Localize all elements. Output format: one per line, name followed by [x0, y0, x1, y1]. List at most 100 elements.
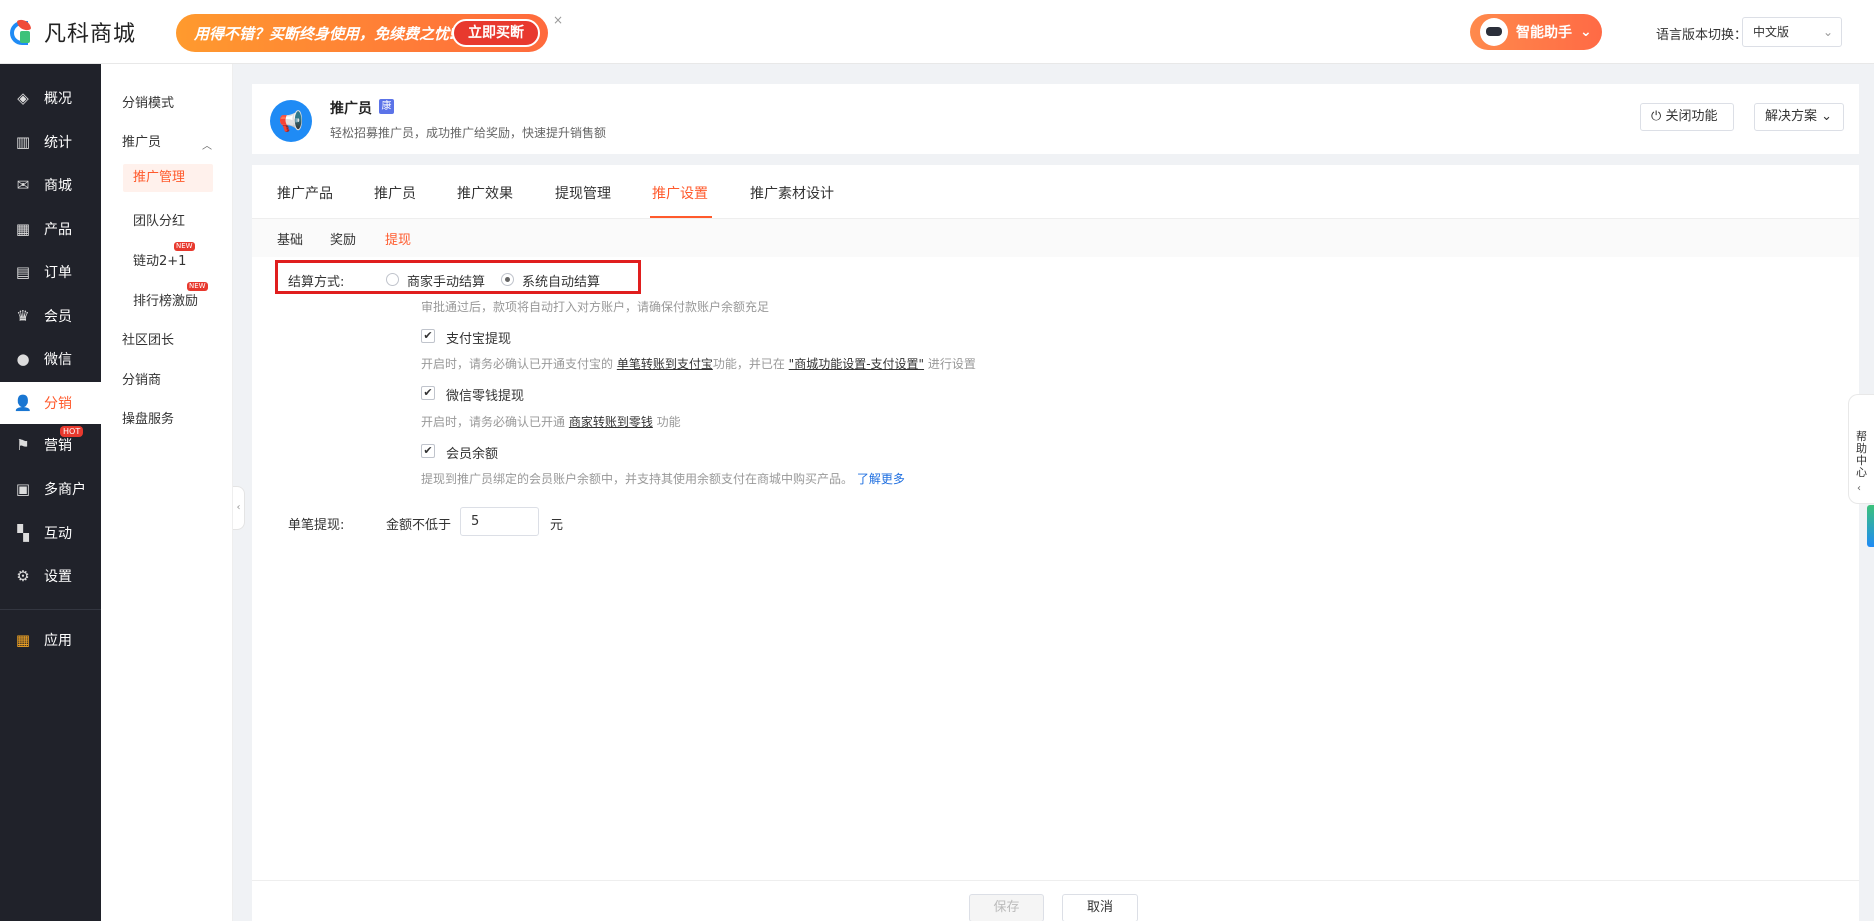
feature-header: 📢 推广员 康 轻松招募推广员，成功推广给奖励，快速提升销售额 ⏻ 关闭功能 解… [252, 84, 1859, 154]
nav-item-apps[interactable]: ▦ 应用 [0, 620, 101, 660]
nav-item-interact[interactable]: ▚ 互动 [0, 513, 101, 553]
nav-item-wechat[interactable]: ● 微信 [0, 339, 101, 379]
store-icon: ▣ [15, 480, 31, 498]
nav-item-settings[interactable]: ⚙ 设置 [0, 556, 101, 596]
min-amount-label: 金额不低于 [386, 518, 452, 533]
auto-settlement-label[interactable]: 系统自动结算 [522, 271, 600, 290]
settlement-label: 结算方式: [288, 275, 345, 290]
logo-text: 凡科商城 [44, 22, 137, 47]
main-sidebar: ◈ 概况 ▥ 统计 ✉ 商城 ▦ 产品 ▤ 订单 ♛ 会员 ● 微信 👤 分销 ⚑ 营销 HOT ▣… [0, 64, 101, 921]
tab-promotion-materials[interactable]: 推广素材设计 [750, 183, 834, 203]
subtab-withdrawal[interactable]: 提现 [385, 229, 411, 248]
auto-settlement-radio[interactable] [501, 273, 514, 286]
chevron-left-icon: ‹ [1857, 483, 1861, 494]
help-center-label: 帮助中心 [1856, 430, 1867, 479]
nav-item-member[interactable]: ♛ 会员 [0, 296, 101, 336]
nav-item-distribution[interactable]: 👤 分销 [0, 382, 101, 424]
nav-item-marketing[interactable]: ⚑ 营销 HOT [0, 425, 101, 465]
sub-item-chain-2plus1[interactable]: 链动2+1 [133, 250, 186, 269]
balance-hint: 提现到推广员绑定的会员账户余额中，并支持其使用余额支付在商城中购买产品。 了解更… [421, 470, 905, 487]
alipay-hint: 开启时，请务必确认已开通支付宝的 单笔转账到支付宝功能，并已在 "商城功能设置-… [421, 355, 976, 372]
close-feature-label: 关闭功能 [1665, 109, 1718, 124]
gear-icon: ⚙ [16, 567, 30, 585]
interact-icon: ▚ [17, 524, 29, 542]
wechat-change-label[interactable]: 微信零钱提现 [446, 385, 524, 404]
promo-text: 用得不错？买断终身使用，免续费之忧! [194, 24, 456, 43]
tab-withdrawal-management[interactable]: 提现管理 [555, 183, 611, 203]
solution-dropdown-button[interactable]: 解决方案 ⌄ [1754, 103, 1844, 131]
alipay-checkbox[interactable]: ✔ [421, 329, 435, 343]
smart-assistant-button[interactable]: 智能助手 ⌄ [1470, 14, 1602, 50]
nav-item-multi-merchant[interactable]: ▣ 多商户 [0, 469, 101, 509]
feature-tag: 康 [379, 99, 394, 114]
sub-item-community-leader[interactable]: 社区团长 [122, 329, 174, 348]
subtab-reward[interactable]: 奖励 [330, 229, 356, 248]
nav-item-overview[interactable]: ◈ 概况 [0, 78, 101, 118]
clipboard-icon: ▤ [15, 263, 31, 281]
tab-promotion-products[interactable]: 推广产品 [277, 183, 333, 203]
save-button[interactable]: 保存 [969, 894, 1044, 921]
payment-settings-link[interactable]: "商城功能设置-支付设置" [789, 357, 924, 371]
language-label: 语言版本切换： [1656, 28, 1748, 43]
tab-promotion-effect[interactable]: 推广效果 [457, 183, 513, 203]
logo[interactable]: 凡科商城 [8, 16, 136, 48]
min-amount-input[interactable]: 5 [460, 507, 539, 536]
sub-item-operation-service[interactable]: 操盘服务 [122, 408, 174, 427]
nav-divider [0, 609, 101, 610]
collapse-sidebar-handle[interactable]: ‹ [233, 486, 245, 530]
solution-label: 解决方案 [1765, 109, 1818, 124]
sub-item-distribution-mode[interactable]: 分销模式 [122, 92, 174, 111]
alipay-hint-pre: 开启时，请务必确认已开通支付宝的 [421, 357, 617, 371]
sub-item-distributor[interactable]: 分销商 [122, 369, 161, 388]
robot-icon [1480, 18, 1508, 46]
nav-item-product[interactable]: ▦ 产品 [0, 209, 101, 249]
chevron-down-icon: ⌄ [1580, 24, 1592, 40]
wechat-hint-post: 功能 [652, 415, 681, 429]
nav-label: 设置 [44, 569, 72, 585]
subtab-basic[interactable]: 基础 [277, 229, 303, 248]
alipay-label[interactable]: 支付宝提现 [446, 328, 511, 347]
nav-item-mall[interactable]: ✉ 商城 [0, 165, 101, 205]
alipay-transfer-link[interactable]: 单笔转账到支付宝 [617, 357, 713, 371]
grid-icon: ▦ [15, 220, 31, 238]
merchant-transfer-link[interactable]: 商家转账到零钱 [569, 415, 653, 429]
feature-description: 轻松招募推广员，成功推广给奖励，快速提升销售额 [330, 126, 607, 140]
cancel-button[interactable]: 取消 [1062, 894, 1138, 921]
megaphone-icon: 📢 [270, 100, 312, 142]
sub-item-promoter[interactable]: 推广员 [122, 131, 161, 150]
tab-promotion-settings[interactable]: 推广设置 [652, 183, 708, 203]
nav-label: 产品 [44, 222, 72, 238]
manual-settlement-label[interactable]: 商家手动结算 [407, 271, 485, 290]
amount-unit: 元 [550, 518, 564, 533]
sub-item-ranking-incentive[interactable]: 排行榜激励 [133, 290, 198, 309]
chart-icon: ▥ [15, 133, 31, 151]
close-feature-button[interactable]: ⏻ 关闭功能 [1640, 103, 1734, 131]
close-icon[interactable]: × [553, 14, 565, 26]
nav-label: 微信 [44, 352, 72, 368]
help-center-tab[interactable]: 帮助中心 ‹ [1848, 394, 1874, 504]
language-select[interactable]: 中文版 ⌄ [1742, 17, 1842, 47]
tab-promoters[interactable]: 推广员 [374, 183, 416, 203]
wechat-hint-pre: 开启时，请务必确认已开通 [421, 415, 569, 429]
member-balance-checkbox[interactable]: ✔ [421, 444, 435, 458]
nav-item-stats[interactable]: ▥ 统计 [0, 122, 101, 162]
subtabs-bar [252, 219, 1859, 257]
chevron-up-icon[interactable]: ︿ [202, 137, 212, 152]
form-footer [252, 880, 1859, 921]
hot-badge: HOT [60, 426, 84, 437]
sub-item-promotion-management[interactable]: 推广管理 [123, 164, 213, 192]
member-balance-label[interactable]: 会员余额 [446, 443, 498, 462]
user-icon: 👤 [13, 394, 33, 412]
settlement-hint: 审批通过后，款项将自动打入对方账户，请确保付款账户余额充足 [421, 300, 770, 314]
learn-more-link[interactable]: 了解更多 [857, 472, 905, 486]
chevron-down-icon: ⌄ [1821, 109, 1833, 124]
nav-item-order[interactable]: ▤ 订单 [0, 252, 101, 292]
mail-icon: ✉ [16, 176, 30, 194]
manual-settlement-radio[interactable] [386, 273, 399, 286]
assistant-label: 智能助手 [1516, 25, 1572, 41]
buyout-button[interactable]: 立即买断 [452, 19, 540, 47]
wechat-change-checkbox[interactable]: ✔ [421, 386, 435, 400]
sub-item-team-dividend[interactable]: 团队分红 [133, 210, 185, 229]
promo-banner[interactable]: 用得不错？买断终身使用，免续费之忧! 立即买断 [176, 14, 548, 52]
new-badge: NEW [187, 282, 208, 291]
